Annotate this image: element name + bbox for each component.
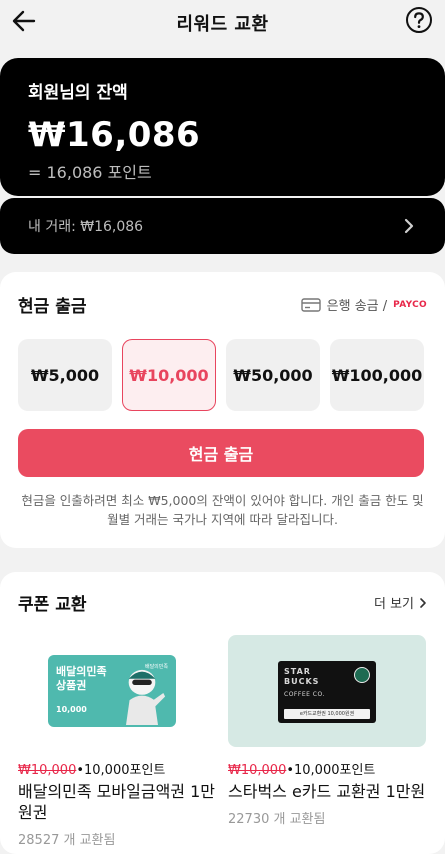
- see-more-link[interactable]: 더 보기: [374, 593, 427, 612]
- amount-option-5000[interactable]: ₩5,000: [18, 339, 112, 411]
- starbucks-wordmark-2: BUCKS: [284, 677, 320, 686]
- transaction-history-row[interactable]: 내 거래: ₩16,086: [0, 198, 445, 254]
- chevron-right-icon: [404, 218, 414, 234]
- amount-option-50000[interactable]: ₩50,000: [226, 339, 320, 411]
- back-arrow-icon[interactable]: [10, 6, 40, 36]
- cash-withdrawal-section: 현금 출금 은행 송금 / PAYCO ₩5,000 ₩10,000 ₩50,0…: [0, 272, 445, 548]
- coupon-list: 배달의민족 상품권 10,000 배달의민족 ₩10,000•10,000포인트: [18, 635, 427, 848]
- ecard-strip-text: e카드교환권 10,000원권: [284, 709, 370, 719]
- coupon-exchange-title: 쿠폰 교환: [18, 595, 87, 615]
- starbucks-logo-icon: [354, 667, 370, 683]
- help-icon[interactable]: [405, 6, 433, 34]
- amount-options: ₩5,000 ₩10,000 ₩50,000 ₩100,000: [18, 339, 427, 411]
- payco-logo: PAYCO: [393, 299, 427, 310]
- cash-withdrawal-title: 현금 출금: [18, 297, 87, 317]
- coupon-card-baemin[interactable]: 배달의민족 상품권 10,000 배달의민족 ₩10,000•10,000포인트: [18, 635, 216, 848]
- points-price: •10,000포인트: [76, 763, 166, 778]
- coffee-co-text: COFFEE CO.: [284, 691, 325, 698]
- chevron-right-icon: [420, 597, 426, 608]
- transaction-history-label: 내 거래: ₩16,086: [28, 219, 144, 235]
- balance-card: 회원님의 잔액 ₩16,086 = 16,086 포인트: [0, 58, 445, 196]
- withdrawal-notice: 현금을 인출하려면 최소 ₩5,000의 잔액이 있어야 합니다. 개인 출금 …: [21, 493, 424, 527]
- starbucks-ecard-image: STAR BUCKS COFFEE CO. e카드교환권 10,000원권: [278, 661, 376, 723]
- cash-withdraw-button[interactable]: 현금 출금: [18, 429, 424, 477]
- gift-card-subtitle: 상품권: [56, 679, 87, 692]
- top-bar: 리워드 교환: [0, 0, 445, 46]
- original-price: ₩10,000: [228, 763, 287, 778]
- balance-label: 회원님의 잔액: [28, 83, 128, 103]
- amount-option-100000[interactable]: ₩100,000: [330, 339, 424, 411]
- see-more-label: 더 보기: [373, 597, 414, 612]
- balance-points: = 16,086 포인트: [28, 163, 152, 182]
- coupon-price: ₩10,000•10,000포인트: [18, 759, 216, 778]
- coupon-name: 스타벅스 e카드 교환권 1만원: [228, 782, 426, 801]
- baemin-gift-card-image: 배달의민족 상품권 10,000 배달의민족: [48, 655, 176, 727]
- coupon-card-starbucks[interactable]: STAR BUCKS COFFEE CO. e카드교환권 10,000원권 ₩1…: [228, 635, 426, 848]
- bank-card-icon: [300, 297, 321, 312]
- amount-option-10000[interactable]: ₩10,000: [122, 339, 216, 411]
- starbucks-wordmark: STAR: [284, 667, 311, 676]
- exchange-count: 22730 개 교환됨: [228, 812, 326, 827]
- page-title: 리워드 교환: [176, 14, 269, 35]
- coupon-thumbnail: STAR BUCKS COFFEE CO. e카드교환권 10,000원권: [228, 635, 426, 747]
- bank-transfer-label: 은행 송금 /: [326, 299, 388, 314]
- points-price: •10,000포인트: [286, 763, 376, 778]
- exchange-count: 28527 개 교환됨: [18, 833, 116, 848]
- coupon-thumbnail: 배달의민족 상품권 10,000 배달의민족: [18, 635, 216, 747]
- original-price: ₩10,000: [18, 763, 77, 778]
- coupon-price: ₩10,000•10,000포인트: [228, 759, 426, 778]
- coupon-name: 배달의민족 모바일금액권 1만원권: [18, 782, 215, 822]
- character-illustration: [126, 669, 166, 725]
- withdrawal-methods: 은행 송금 / PAYCO: [300, 295, 427, 314]
- coupon-exchange-section: 쿠폰 교환 더 보기 배달의민족 상품권 10,000 배달의민족 ₩10,00…: [0, 572, 445, 854]
- balance-amount: ₩16,086: [28, 115, 201, 155]
- gift-card-value: 10,000: [56, 705, 87, 714]
